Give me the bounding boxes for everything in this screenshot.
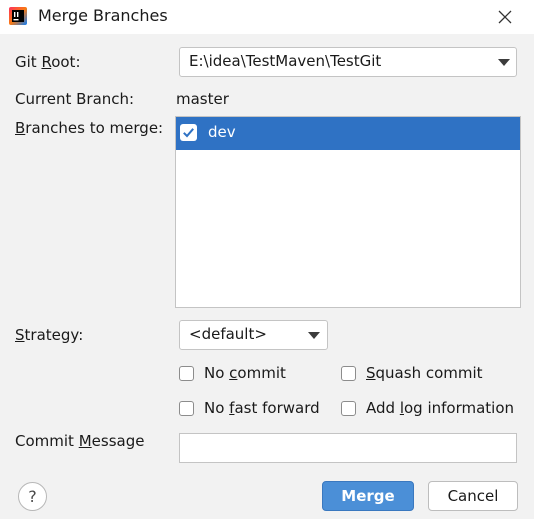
branch-label: dev bbox=[208, 123, 236, 141]
intellij-idea-icon bbox=[9, 7, 27, 25]
branch-item-dev[interactable]: dev bbox=[176, 117, 520, 150]
window-title: Merge Branches bbox=[38, 6, 168, 25]
title-bar: Merge Branches bbox=[0, 0, 534, 34]
checkbox-box[interactable] bbox=[341, 366, 356, 381]
strategy-value: <default> bbox=[189, 325, 267, 343]
current-branch-label: Current Branch: bbox=[15, 90, 135, 108]
help-button[interactable]: ? bbox=[18, 482, 47, 511]
help-icon: ? bbox=[28, 487, 37, 506]
add-log-information-label: Add log information bbox=[366, 399, 515, 417]
cancel-button[interactable]: Cancel bbox=[428, 481, 518, 511]
checkbox-box[interactable] bbox=[179, 401, 194, 416]
strategy-label: Strategy: bbox=[15, 326, 84, 344]
branches-list[interactable]: dev bbox=[175, 116, 521, 308]
no-fast-forward-label: No fast forward bbox=[204, 399, 320, 417]
git-root-dropdown[interactable]: E:\idea\TestMaven\TestGit bbox=[179, 47, 517, 77]
checkbox-box[interactable] bbox=[179, 366, 194, 381]
checkmark-icon bbox=[183, 128, 194, 138]
git-root-value: E:\idea\TestMaven\TestGit bbox=[189, 52, 382, 70]
squash-commit-label: Squash commit bbox=[366, 364, 483, 382]
commit-message-input[interactable] bbox=[179, 433, 517, 463]
checkbox-box[interactable] bbox=[341, 401, 356, 416]
branch-checkbox[interactable] bbox=[180, 124, 197, 141]
commit-message-label: Commit Message bbox=[15, 432, 145, 450]
close-icon[interactable] bbox=[492, 4, 518, 30]
chevron-down-icon bbox=[308, 332, 320, 339]
branches-to-merge-label: Branches to merge: bbox=[15, 119, 164, 137]
git-root-label: Git Root: bbox=[15, 53, 81, 71]
no-commit-label: No commit bbox=[204, 364, 286, 382]
merge-button[interactable]: Merge bbox=[322, 481, 414, 511]
current-branch-value: master bbox=[176, 90, 229, 108]
chevron-down-icon bbox=[498, 59, 510, 66]
strategy-dropdown[interactable]: <default> bbox=[179, 320, 328, 350]
